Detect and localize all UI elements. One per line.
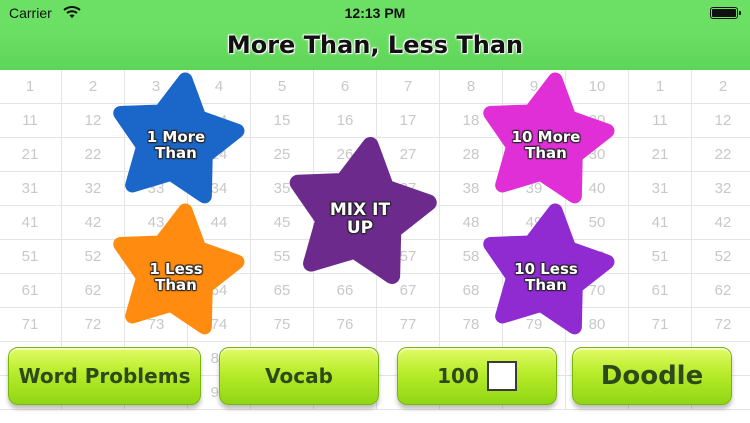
chart-cell: 32 [692,172,750,206]
chart-cell: 41 [0,206,62,240]
doodle-button[interactable]: Doodle [572,347,732,405]
mix-it-up-star[interactable]: MIX IT UP [286,137,437,288]
chart-cell: 5 [251,70,314,104]
checkbox-square-icon [486,361,517,391]
chart-cell: 51 [0,240,62,274]
chart-cell: 16 [314,104,377,138]
chart-cell: 76 [314,308,377,342]
chart-cell: 11 [0,104,62,138]
chart-cell: 21 [0,138,62,172]
chart-cell: 62 [692,274,750,308]
star-label-line2: Than [525,143,567,162]
hundred-chart-button[interactable]: 100 [397,347,557,405]
chart-cell: 51 [629,240,692,274]
chart-cell: 77 [377,308,440,342]
chart-cell: 21 [629,138,692,172]
doodle-label: Doodle [600,361,704,391]
word-problems-label: Word Problems [18,364,191,388]
chart-cell: 15 [251,104,314,138]
chart-cell: 61 [0,274,62,308]
chart-cell: 7 [377,70,440,104]
word-problems-button[interactable]: Word Problems [8,347,201,405]
chart-cell: 1 [629,70,692,104]
star-label-line2: UP [346,217,374,238]
ten-less-than-star[interactable]: 10 Less Than [480,203,615,338]
chart-cell: 11 [629,104,692,138]
star-label-line2: Than [155,275,197,294]
chart-cell: 42 [692,206,750,240]
chart-cell: 2 [692,70,750,104]
status-time: 12:13 PM [344,5,406,21]
chart-cell: 71 [0,308,62,342]
hundred-label: 100 [437,364,479,388]
page-title: More Than, Less Than [226,31,524,59]
chart-cell: 12 [692,104,750,138]
chart-cell: 61 [629,274,692,308]
vocab-label: Vocab [265,364,333,388]
chart-cell: 17 [377,104,440,138]
chart-cell: 31 [0,172,62,206]
chart-cell: 1 [0,70,62,104]
chart-cell: 72 [692,308,750,342]
star-label-line2: Than [155,143,197,162]
ten-more-than-star[interactable]: 10 More Than [480,72,615,207]
nav-bar: More Than, Less Than [0,28,750,71]
one-less-than-star[interactable]: 1 Less Than [110,203,245,338]
one-more-than-star[interactable]: 1 More Than [110,72,245,207]
chart-cell: 6 [314,70,377,104]
status-bar: Carrier 12:13 PM [0,0,750,28]
chart-cell: 71 [629,308,692,342]
chart-cell: 52 [692,240,750,274]
chart-cell: 22 [692,138,750,172]
battery-icon [710,7,741,19]
chart-cell: 31 [629,172,692,206]
chart-cell: 41 [629,206,692,240]
star-label-line2: Than [525,275,567,294]
vocab-button[interactable]: Vocab [219,347,379,405]
chart-cell: 75 [251,308,314,342]
